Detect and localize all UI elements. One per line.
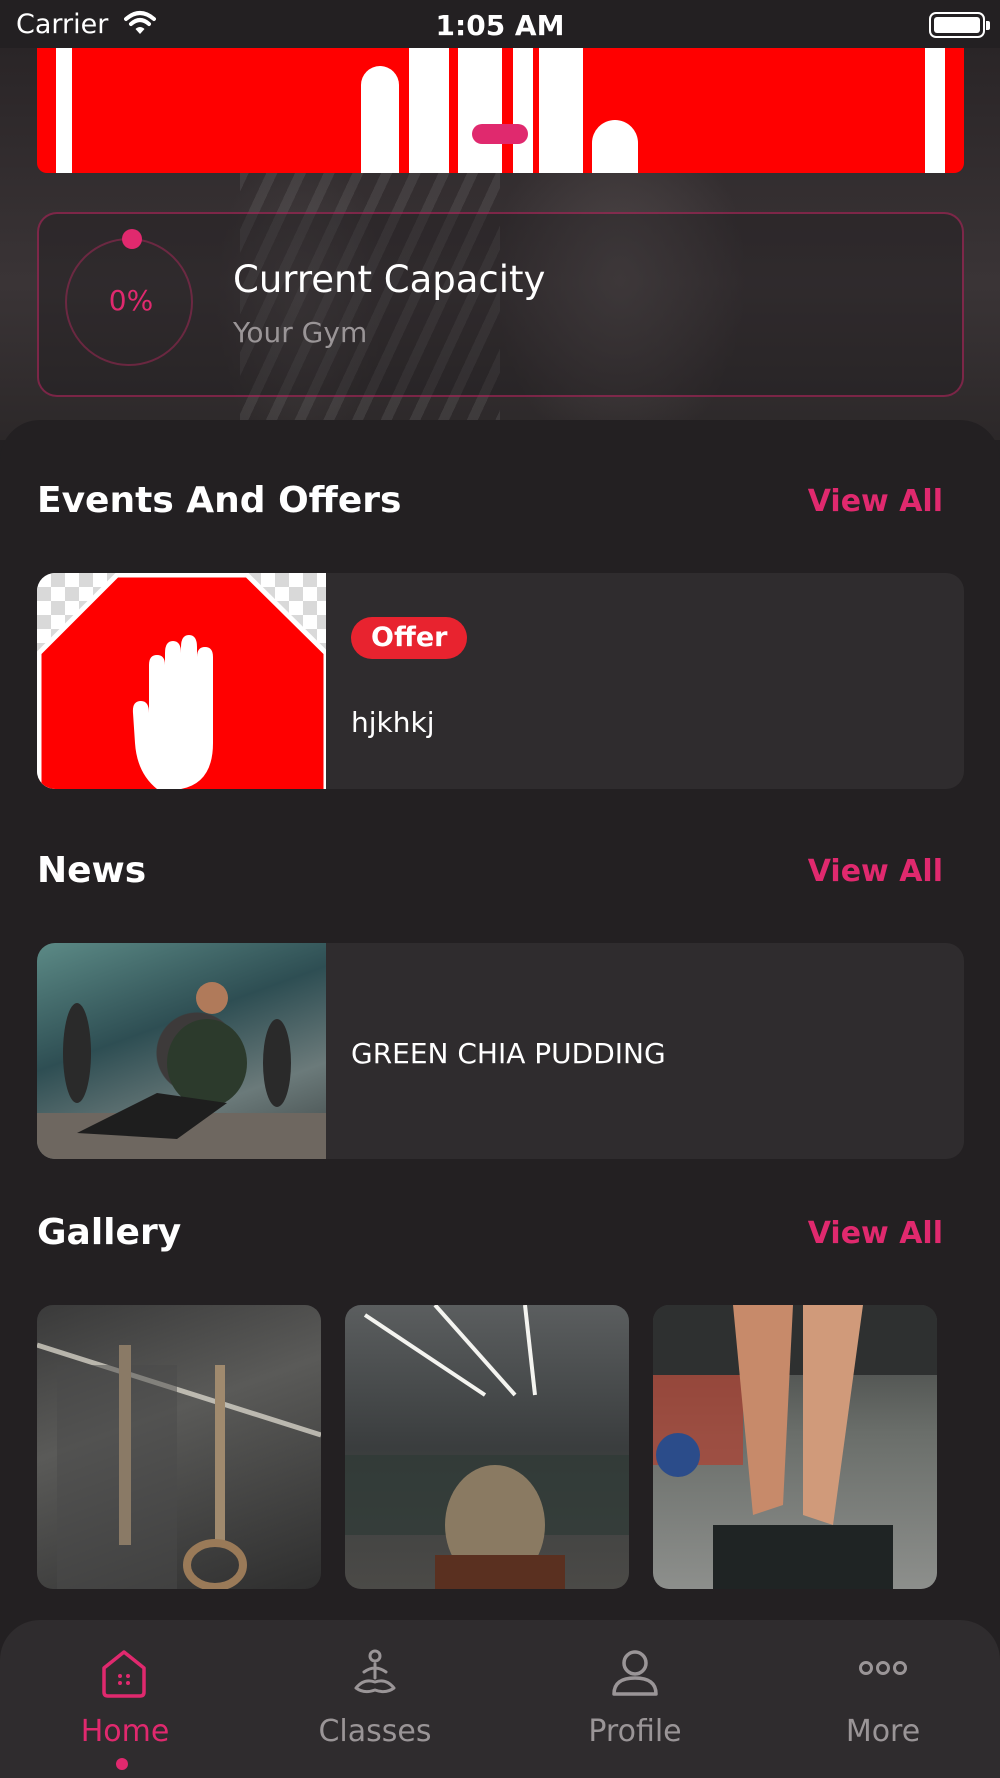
tab-profile[interactable]: Profile bbox=[510, 1620, 760, 1778]
news-view-all-link[interactable]: View All bbox=[808, 854, 943, 889]
battery-icon bbox=[929, 12, 990, 38]
tab-home-label: Home bbox=[80, 1714, 170, 1749]
promo-banner[interactable] bbox=[37, 48, 964, 173]
event-card[interactable]: Offer hjkhkj bbox=[37, 573, 964, 789]
news-title: GREEN CHIA PUDDING bbox=[351, 1037, 666, 1070]
capacity-gauge-indicator bbox=[122, 229, 142, 249]
bottom-tab-bar: Home Classes Profile More bbox=[0, 1620, 1000, 1778]
tab-classes-label: Classes bbox=[318, 1714, 432, 1749]
news-card[interactable]: GREEN CHIA PUDDING bbox=[37, 943, 964, 1159]
stop-sign-image bbox=[37, 573, 326, 789]
gallery-section-title: Gallery bbox=[37, 1212, 182, 1253]
events-section-title: Events And Offers bbox=[37, 480, 402, 521]
tab-profile-label: Profile bbox=[588, 1714, 682, 1749]
tab-classes[interactable]: Classes bbox=[250, 1620, 500, 1778]
gallery-image-gym-floor[interactable] bbox=[345, 1305, 629, 1589]
event-title: hjkhkj bbox=[351, 706, 435, 739]
capacity-title: Current Capacity bbox=[233, 258, 546, 301]
current-capacity-card[interactable]: 0% Current Capacity Your Gym bbox=[37, 212, 964, 397]
gallery-image-rings[interactable] bbox=[37, 1305, 321, 1589]
news-section-title: News bbox=[37, 850, 147, 891]
capacity-subtitle: Your Gym bbox=[233, 316, 368, 349]
status-bar: Carrier 1:05 AM bbox=[0, 0, 1000, 48]
tab-more[interactable]: More bbox=[758, 1620, 1000, 1778]
hero-section: 0% Current Capacity Your Gym bbox=[0, 48, 1000, 440]
capacity-value: 0% bbox=[108, 284, 154, 317]
active-tab-indicator bbox=[116, 1758, 128, 1770]
status-time: 1:05 AM bbox=[435, 9, 565, 42]
banner-page-indicator bbox=[472, 124, 528, 144]
gallery-view-all-link[interactable]: View All bbox=[808, 1216, 943, 1251]
capacity-gauge: 0% bbox=[65, 229, 193, 366]
tab-more-label: More bbox=[845, 1714, 921, 1749]
events-view-all-link[interactable]: View All bbox=[808, 484, 943, 519]
offer-badge: Offer bbox=[351, 617, 468, 659]
gallery-image-legs[interactable] bbox=[653, 1305, 937, 1589]
workout-photo bbox=[37, 943, 326, 1159]
tab-home[interactable]: Home bbox=[0, 1620, 250, 1778]
